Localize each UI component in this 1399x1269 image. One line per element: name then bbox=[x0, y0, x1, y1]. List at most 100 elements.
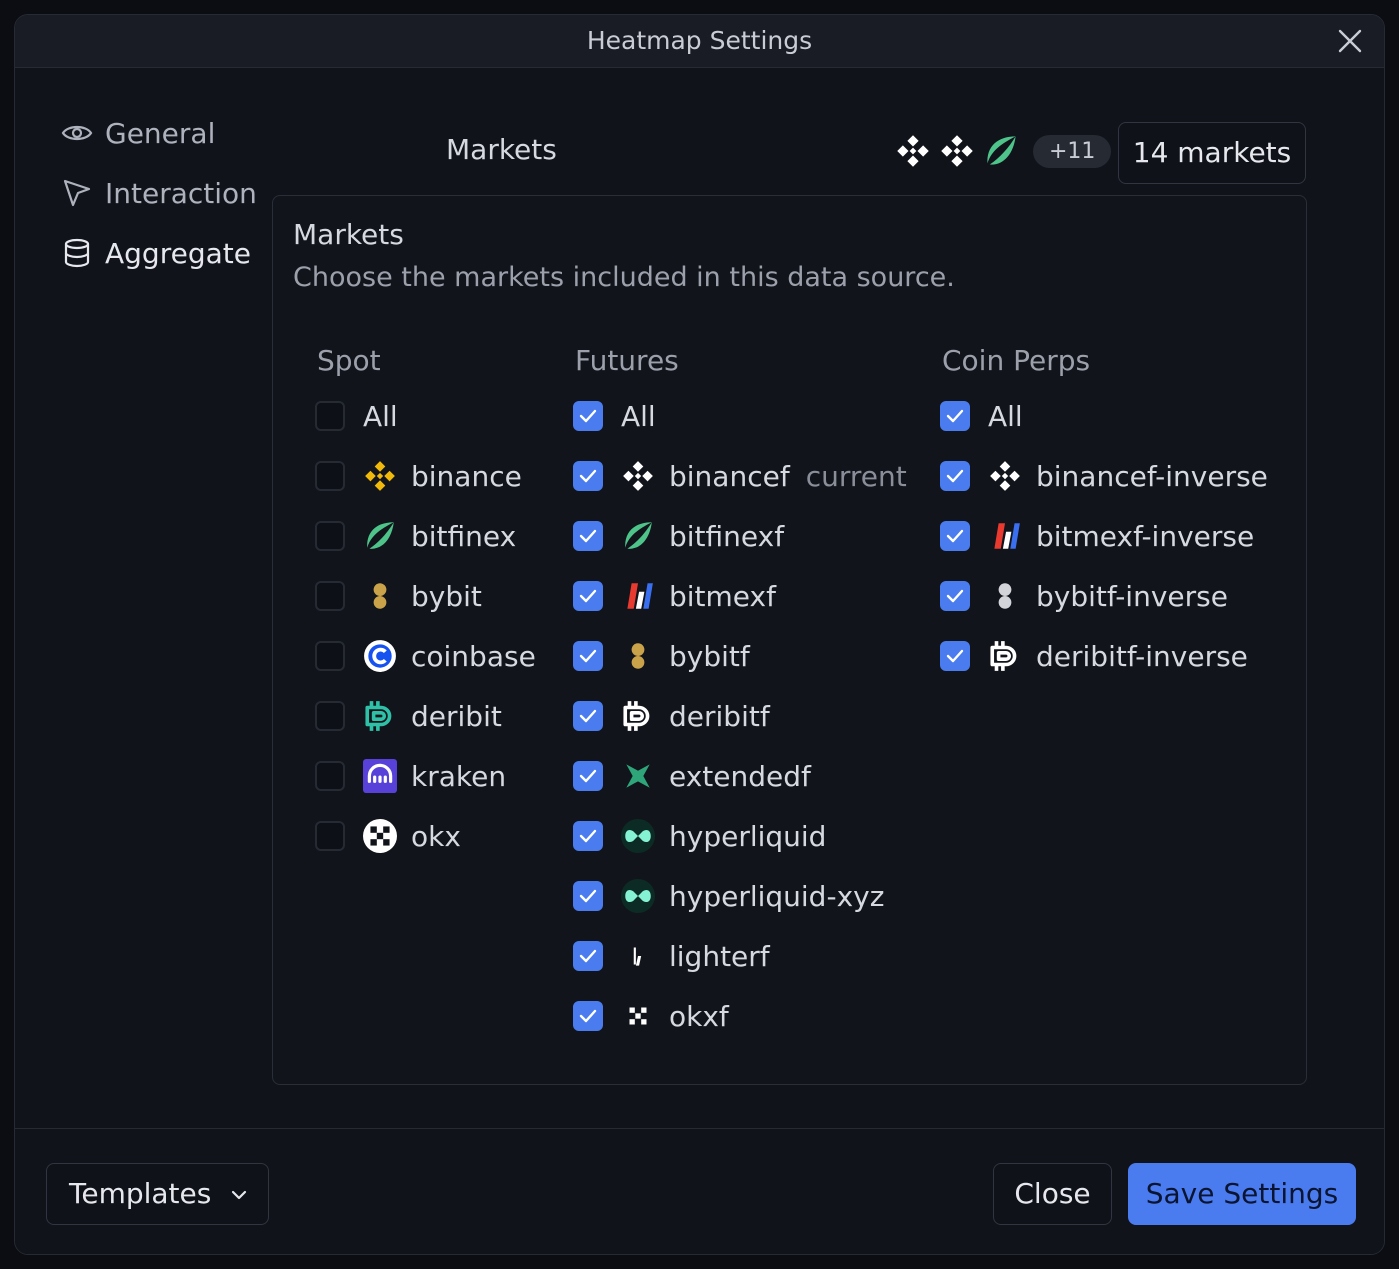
checkbox[interactable] bbox=[573, 941, 603, 971]
coin-perps-bitmexf-inverse-option[interactable]: bitmexf-inverse bbox=[940, 506, 1268, 566]
bitmex-icon bbox=[627, 583, 653, 609]
check-icon bbox=[579, 709, 597, 723]
futures-all-option[interactable]: All bbox=[573, 386, 907, 446]
checkbox[interactable] bbox=[573, 1001, 603, 1031]
bitfinex-icon bbox=[367, 522, 394, 549]
checkbox[interactable] bbox=[573, 581, 603, 611]
checkbox[interactable] bbox=[573, 881, 603, 911]
option-label: lighterf bbox=[669, 939, 770, 973]
more-markets-badge: +11 bbox=[1033, 134, 1112, 168]
extended-icon bbox=[626, 764, 650, 788]
checkbox[interactable] bbox=[315, 461, 345, 491]
checkbox[interactable] bbox=[315, 581, 345, 611]
option-label: binancef-inverse bbox=[1036, 459, 1268, 493]
spot-deribit-option[interactable]: deribit bbox=[315, 686, 536, 746]
check-icon bbox=[579, 829, 597, 843]
option-label: deribitf-inverse bbox=[1036, 639, 1248, 673]
markets-label: Markets bbox=[446, 133, 557, 166]
futures-okxf-option[interactable]: okxf bbox=[573, 986, 907, 1046]
checkbox[interactable] bbox=[315, 401, 345, 431]
markets-count-button[interactable]: 14 markets bbox=[1118, 122, 1306, 184]
binance-icon bbox=[941, 135, 973, 167]
checkbox[interactable] bbox=[315, 761, 345, 791]
option-label: hyperliquid-xyz bbox=[669, 879, 885, 913]
checkbox[interactable] bbox=[940, 521, 970, 551]
checkbox[interactable] bbox=[573, 461, 603, 491]
dialog-title: Heatmap Settings bbox=[586, 26, 813, 55]
option-label: coinbase bbox=[411, 639, 536, 673]
checkbox[interactable] bbox=[573, 521, 603, 551]
database-icon bbox=[64, 238, 90, 268]
deribit-icon bbox=[623, 701, 650, 731]
current-tag: current bbox=[805, 459, 907, 493]
check-icon bbox=[946, 529, 964, 543]
futures-extendedf-option[interactable]: extendedf bbox=[573, 746, 907, 806]
nav-item-general[interactable]: General bbox=[61, 103, 257, 163]
futures-bitfinexf-option[interactable]: bitfinexf bbox=[573, 506, 907, 566]
spot-okx-option[interactable]: okx bbox=[315, 806, 536, 866]
checkbox[interactable] bbox=[315, 821, 345, 851]
checkbox[interactable] bbox=[315, 641, 345, 671]
coin-perps-binancef-inverse-option[interactable]: binancef-inverse bbox=[940, 446, 1268, 506]
check-icon bbox=[579, 529, 597, 543]
eye-icon bbox=[61, 125, 93, 141]
futures-hyperliquid-xyz-option[interactable]: hyperliquid-xyz bbox=[573, 866, 907, 926]
coin-perps-deribitf-inverse-option[interactable]: deribitf-inverse bbox=[940, 626, 1268, 686]
futures-binancef-option[interactable]: binancef current bbox=[573, 446, 907, 506]
settings-nav: General Interaction Aggregate bbox=[61, 103, 257, 283]
futures-lighterf-option[interactable]: lighterf bbox=[573, 926, 907, 986]
checkbox[interactable] bbox=[940, 461, 970, 491]
checkbox[interactable] bbox=[573, 821, 603, 851]
dialog-footer: Templates Close Save Settings bbox=[15, 1128, 1384, 1254]
cursor-icon bbox=[63, 179, 91, 207]
futures-bybitf-option[interactable]: bybitf bbox=[573, 626, 907, 686]
coin-perps-bybitf-inverse-option[interactable]: bybitf-inverse bbox=[940, 566, 1268, 626]
panel-title: Markets bbox=[293, 218, 404, 251]
option-label: hyperliquid bbox=[669, 819, 827, 853]
binance-icon bbox=[365, 461, 395, 491]
binance-icon bbox=[623, 461, 653, 491]
column-heading: Coin Perps bbox=[942, 344, 1091, 377]
spot-bybit-option[interactable]: bybit bbox=[315, 566, 536, 626]
checkbox[interactable] bbox=[940, 401, 970, 431]
save-settings-button[interactable]: Save Settings bbox=[1128, 1163, 1356, 1225]
checkbox[interactable] bbox=[940, 641, 970, 671]
templates-dropdown-button[interactable]: Templates bbox=[46, 1163, 269, 1225]
templates-label: Templates bbox=[69, 1177, 212, 1210]
checkbox[interactable] bbox=[573, 641, 603, 671]
kraken-icon bbox=[363, 759, 397, 793]
spot-binance-option[interactable]: binance bbox=[315, 446, 536, 506]
spot-bitfinex-option[interactable]: bitfinex bbox=[315, 506, 536, 566]
spot-all-option[interactable]: All bbox=[315, 386, 536, 446]
nav-item-interaction[interactable]: Interaction bbox=[61, 163, 257, 223]
nav-label: Aggregate bbox=[105, 236, 251, 270]
futures-bitmexf-option[interactable]: bitmexf bbox=[573, 566, 907, 626]
check-icon bbox=[579, 889, 597, 903]
futures-hyperliquid-option[interactable]: hyperliquid bbox=[573, 806, 907, 866]
deribit-icon bbox=[365, 701, 392, 731]
heatmap-settings-dialog: Heatmap Settings General Interaction Agg… bbox=[14, 14, 1385, 1255]
option-label: bybitf-inverse bbox=[1036, 579, 1228, 613]
checkbox[interactable] bbox=[940, 581, 970, 611]
spot-kraken-option[interactable]: kraken bbox=[315, 746, 536, 806]
check-icon bbox=[579, 649, 597, 663]
option-label: extendedf bbox=[669, 759, 811, 793]
option-label: All bbox=[988, 399, 1023, 433]
nav-item-aggregate[interactable]: Aggregate bbox=[61, 223, 257, 283]
close-icon[interactable] bbox=[1334, 25, 1366, 57]
chevron-down-icon bbox=[231, 1190, 247, 1200]
checkbox[interactable] bbox=[573, 401, 603, 431]
checkbox[interactable] bbox=[573, 761, 603, 791]
checkbox[interactable] bbox=[315, 521, 345, 551]
spot-coinbase-option[interactable]: coinbase bbox=[315, 626, 536, 686]
lighter-icon bbox=[633, 947, 642, 966]
binance-icon bbox=[897, 135, 929, 167]
futures-deribitf-option[interactable]: deribitf bbox=[573, 686, 907, 746]
checkbox[interactable] bbox=[573, 701, 603, 731]
checkbox[interactable] bbox=[315, 701, 345, 731]
option-label: bitmexf bbox=[669, 579, 776, 613]
check-icon bbox=[946, 469, 964, 483]
option-label: bitmexf-inverse bbox=[1036, 519, 1255, 553]
close-button[interactable]: Close bbox=[993, 1163, 1112, 1225]
coin-perps-all-option[interactable]: All bbox=[940, 386, 1268, 446]
